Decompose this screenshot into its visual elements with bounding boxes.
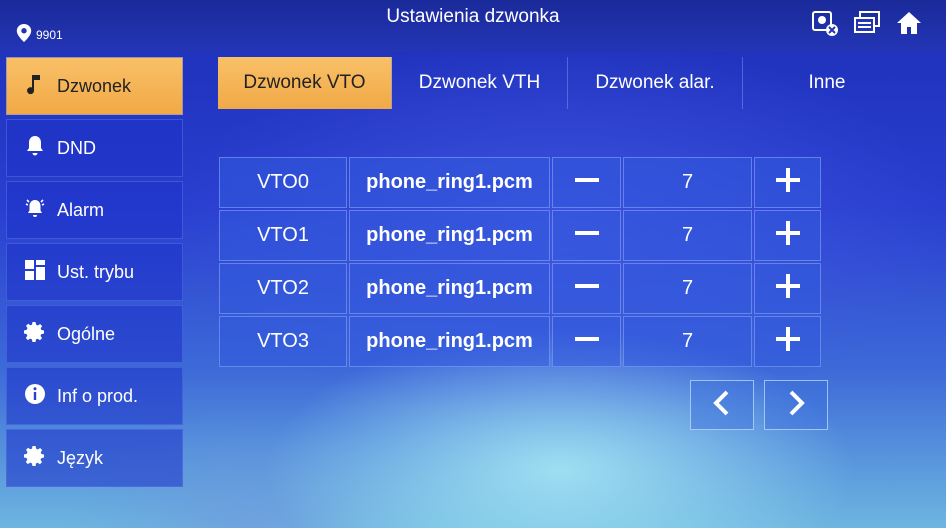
ring-settings-table: VTO0 phone_ring1.pcm 7 VTO1 phone_ring1.… — [219, 157, 821, 369]
sidebar: Dzwonek DND Alarm Ust. trybu Ogólne Inf … — [6, 57, 183, 491]
volume-value: 7 — [623, 157, 752, 208]
volume-down-button[interactable] — [552, 263, 621, 314]
plus-icon — [774, 272, 802, 306]
sidebar-item-ust-trybu[interactable]: Ust. trybu — [6, 243, 183, 301]
volume-value: 7 — [623, 210, 752, 261]
minus-icon — [573, 325, 601, 359]
table-row: VTO0 phone_ring1.pcm 7 — [219, 157, 821, 208]
tab-inne[interactable]: Inne — [743, 57, 911, 109]
device-name: VTO1 — [219, 210, 347, 261]
sidebar-item-jezyk[interactable]: Język — [6, 429, 183, 487]
minus-icon — [573, 219, 601, 253]
volume-down-button[interactable] — [552, 316, 621, 367]
volume-up-button[interactable] — [754, 316, 821, 367]
sidebar-item-ogolne[interactable]: Ogólne — [6, 305, 183, 363]
ringtone-file[interactable]: phone_ring1.pcm — [349, 316, 550, 367]
plus-icon — [774, 166, 802, 200]
device-name: VTO2 — [219, 263, 347, 314]
tab-bar: Dzwonek VTO Dzwonek VTH Dzwonek alar. In… — [218, 57, 911, 109]
sidebar-item-inf-o-prod[interactable]: Inf o prod. — [6, 367, 183, 425]
sidebar-item-label: DND — [57, 137, 96, 158]
device-name: VTO0 — [219, 157, 347, 208]
sidebar-item-label: Ust. trybu — [57, 261, 135, 282]
camera-disconnected-icon[interactable] — [810, 8, 840, 38]
volume-value: 7 — [623, 263, 752, 314]
minus-icon — [573, 166, 601, 200]
info-icon — [23, 382, 47, 411]
volume-up-button[interactable] — [754, 210, 821, 261]
tab-dzwonek-vto[interactable]: Dzwonek VTO — [218, 57, 392, 109]
sidebar-item-alarm[interactable]: Alarm — [6, 181, 183, 239]
next-page-button[interactable] — [764, 380, 828, 430]
room-number: 9901 — [36, 27, 63, 42]
gear-icon — [23, 444, 47, 473]
table-row: VTO3 phone_ring1.pcm 7 — [219, 316, 821, 367]
volume-down-button[interactable] — [552, 157, 621, 208]
ringtone-file[interactable]: phone_ring1.pcm — [349, 210, 550, 261]
layout-grid-icon — [23, 258, 47, 287]
sidebar-item-dzwonek[interactable]: Dzwonek — [6, 57, 183, 115]
table-row: VTO1 phone_ring1.pcm 7 — [219, 210, 821, 261]
pagination — [690, 380, 828, 430]
page-title: Ustawienia dzwonka — [386, 6, 560, 27]
sidebar-item-label: Alarm — [57, 199, 105, 220]
music-note-icon — [23, 72, 47, 101]
tab-dzwonek-vth[interactable]: Dzwonek VTH — [392, 57, 568, 109]
ringtone-file[interactable]: phone_ring1.pcm — [349, 157, 550, 208]
sidebar-item-label: Język — [57, 447, 104, 468]
monitor-windows-icon[interactable] — [852, 8, 882, 38]
top-bar: 9901 Ustawienia dzwonka — [0, 0, 946, 52]
sidebar-item-label: Dzwonek — [57, 75, 132, 96]
gear-icon — [23, 320, 47, 349]
table-row: VTO2 phone_ring1.pcm 7 — [219, 263, 821, 314]
home-icon[interactable] — [894, 8, 924, 38]
plus-icon — [774, 325, 802, 359]
volume-down-button[interactable] — [552, 210, 621, 261]
bell-icon — [23, 134, 47, 163]
sidebar-item-dnd[interactable]: DND — [6, 119, 183, 177]
alarm-bell-icon — [23, 196, 47, 225]
volume-value: 7 — [623, 316, 752, 367]
chevron-right-icon — [784, 389, 808, 422]
tab-dzwonek-alar[interactable]: Dzwonek alar. — [568, 57, 743, 109]
prev-page-button[interactable] — [690, 380, 754, 430]
chevron-left-icon — [710, 389, 734, 422]
device-name: VTO3 — [219, 316, 347, 367]
sidebar-item-label: Ogólne — [57, 323, 116, 344]
minus-icon — [573, 272, 601, 306]
sidebar-item-label: Inf o prod. — [57, 385, 139, 406]
ringtone-file[interactable]: phone_ring1.pcm — [349, 263, 550, 314]
volume-up-button[interactable] — [754, 157, 821, 208]
plus-icon — [774, 219, 802, 253]
volume-up-button[interactable] — [754, 263, 821, 314]
